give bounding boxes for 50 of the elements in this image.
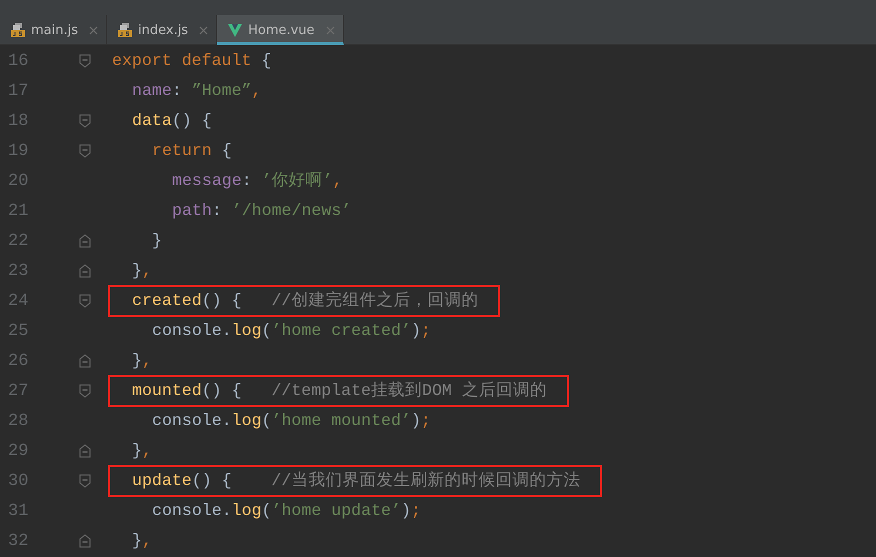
fold-icon[interactable] [79, 444, 91, 458]
code-line: created() { //创建完组件之后，回调的 [110, 287, 498, 315]
line-number: 21 [7, 202, 30, 220]
code-line: }, [131, 440, 153, 462]
code-line: message: ’你好啊’, [171, 170, 344, 192]
fold-icon[interactable] [79, 54, 91, 68]
line-number: 22 [7, 232, 30, 250]
code-line: console.log(’home mounted’); [151, 410, 432, 432]
vue-file-icon [227, 22, 244, 38]
line-number: 29 [7, 442, 30, 460]
code-line: mounted() { //template挂载到DOM 之后回调的 [110, 377, 567, 405]
line-number: 16 [7, 52, 30, 70]
line-number: 27 [7, 382, 30, 400]
code-line: export default { [111, 50, 272, 72]
fold-icon[interactable] [79, 534, 91, 548]
line-number: 23 [7, 262, 30, 280]
line-number: 26 [7, 352, 30, 370]
line-number: 20 [7, 172, 30, 190]
code-line: return { [151, 140, 233, 162]
fold-icon[interactable] [79, 264, 91, 278]
line-number: 18 [7, 112, 30, 130]
code-line: }, [131, 350, 153, 372]
fold-icon[interactable] [79, 234, 91, 248]
code-line: update() { //当我们界面发生刷新的时候回调的方法 [110, 467, 600, 495]
fold-icon[interactable] [79, 354, 91, 368]
code-line: console.log(’home update’); [151, 500, 422, 522]
line-number: 17 [7, 82, 30, 100]
fold-icon[interactable] [79, 294, 91, 308]
line-number: 19 [7, 142, 30, 160]
file-tab[interactable]: main.js [0, 15, 107, 45]
code-line: data() { [131, 110, 213, 132]
line-number: 24 [7, 292, 30, 310]
line-number: 30 [7, 472, 30, 490]
code-line: }, [131, 530, 153, 552]
code-line: }, [131, 260, 153, 282]
fold-icon[interactable] [79, 114, 91, 128]
code-line: console.log(’home created’); [151, 320, 432, 342]
file-tab[interactable]: Home.vue [217, 15, 344, 45]
line-number: 28 [7, 412, 30, 430]
line-number: 31 [7, 502, 30, 520]
code-line: name: ”Home”, [131, 80, 262, 102]
js-file-icon [10, 22, 26, 38]
code-line: } [151, 230, 163, 252]
fold-icon[interactable] [79, 384, 91, 398]
js-file-icon [117, 22, 133, 38]
fold-icon[interactable] [79, 144, 91, 158]
line-number: 32 [7, 532, 30, 550]
line-number: 25 [7, 322, 30, 340]
code-line: path: ’/home/news’ [171, 200, 352, 222]
fold-icon[interactable] [79, 474, 91, 488]
